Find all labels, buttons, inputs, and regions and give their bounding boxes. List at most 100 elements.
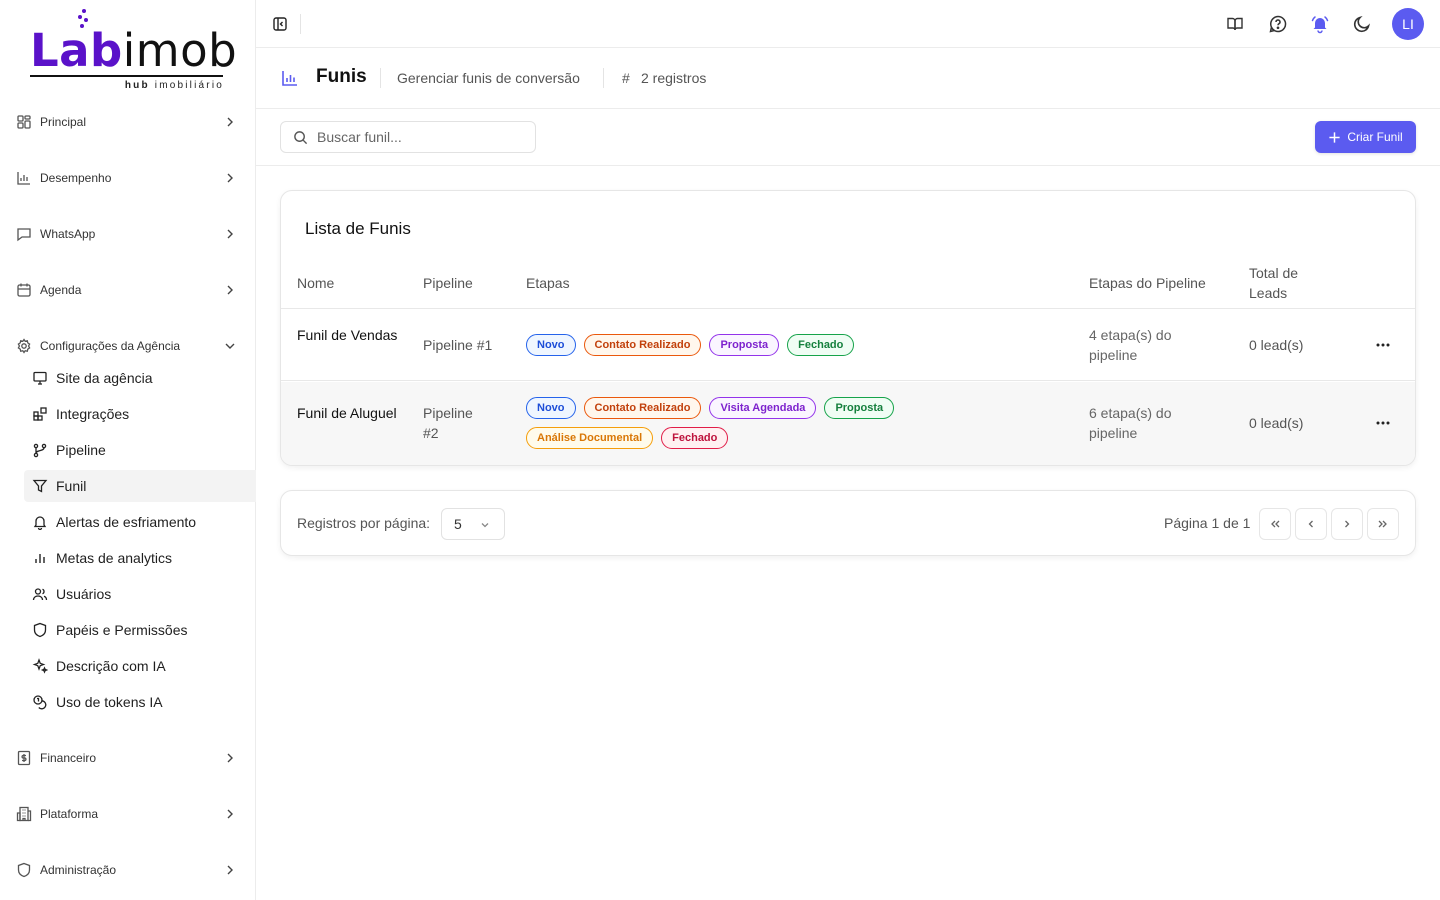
sidebar-item-pipeline[interactable]: Pipeline	[24, 434, 256, 466]
sidebar-group-label: Agenda	[40, 283, 82, 297]
bar-chart-icon	[35, 554, 45, 563]
sidebar-item-label: Site da agência	[56, 370, 153, 386]
sidebar-group-administracao[interactable]: Administração	[16, 858, 241, 882]
stage-tag: Fechado	[661, 427, 729, 449]
sidebar-item-alertas[interactable]: Alertas de esfriamento	[24, 506, 256, 538]
sidebar-group-whatsapp[interactable]: WhatsApp	[16, 222, 241, 246]
topbar: LI	[256, 0, 1440, 48]
table-row[interactable]: Funil de Vendas Pipeline #1 Novo Contato…	[281, 309, 1415, 381]
logo[interactable]: Labimob hub imobiliário	[30, 8, 237, 94]
sidebar-group-label: Financeiro	[40, 751, 97, 765]
funnel-name: Funil de Vendas	[297, 327, 398, 343]
message-square-icon	[17, 228, 31, 242]
chevrons-left-icon	[1271, 520, 1280, 528]
help-chat-icon[interactable]	[1268, 14, 1288, 34]
more-actions-icon[interactable]	[1373, 413, 1393, 433]
sidebar-item-funil[interactable]: Funil	[24, 470, 256, 502]
sidebar-item-uso-tokens[interactable]: Uso de tokens IA	[24, 686, 256, 718]
chevron-right-icon	[227, 865, 233, 875]
plus-icon	[1329, 131, 1340, 143]
sidebar-item-integracoes[interactable]: Integrações	[24, 398, 256, 430]
stage-tags: Novo Contato Realizado Visita Agendada P…	[526, 397, 946, 449]
logo-wordmark: Labimob	[30, 24, 238, 77]
create-funnel-label: Criar Funil	[1347, 130, 1403, 144]
sidebar-item-label: Alertas de esfriamento	[56, 514, 197, 530]
column-header-name: Nome	[297, 275, 335, 291]
topbar-divider	[300, 14, 301, 34]
sidebar-group-label: WhatsApp	[40, 227, 96, 241]
filter-icon	[32, 479, 48, 493]
sidebar-toggle-icon[interactable]	[272, 16, 288, 32]
funnel-pipeline: Pipeline #2	[423, 405, 473, 441]
sidebar-group-label: Administração	[40, 863, 117, 877]
previous-page-button[interactable]	[1295, 508, 1327, 540]
receipt-icon	[17, 750, 31, 766]
sidebar-group-label: Plataforma	[40, 807, 99, 821]
sidebar-item-label: Metas de analytics	[56, 550, 172, 566]
chevron-right-icon	[227, 229, 233, 239]
rows-per-page-label: Registros por página:	[297, 515, 431, 531]
bar-chart-icon	[282, 71, 297, 86]
monitor-icon	[33, 371, 47, 385]
building-icon	[16, 806, 32, 822]
column-header-total-leads: Total de Leads	[1249, 265, 1299, 301]
header-divider	[603, 68, 604, 88]
first-page-button[interactable]	[1259, 508, 1291, 540]
book-open-icon[interactable]	[1225, 14, 1245, 34]
sidebar-group-desempenho[interactable]: Desempenho	[16, 166, 241, 190]
table-row[interactable]: Funil de Aluguel Pipeline #2 Novo Contat…	[281, 382, 1415, 465]
gear-icon	[17, 338, 31, 354]
column-header-pipeline-stages: Etapas do Pipeline	[1089, 275, 1206, 291]
sparkles-icon	[32, 658, 48, 674]
moon-icon[interactable]	[1352, 14, 1372, 34]
chevron-right-icon	[227, 117, 233, 127]
stage-tag: Proposta	[824, 397, 895, 419]
logo-subtitle: hub imobiliário	[124, 80, 224, 91]
shield-icon	[17, 862, 31, 878]
sidebar-item-descricao-ia[interactable]: Descrição com IA	[24, 650, 256, 682]
bar-chart-icon	[17, 172, 30, 185]
stage-tag: Novo	[526, 397, 576, 419]
sidebar-item-site-da-agencia[interactable]: Site da agência	[24, 362, 256, 394]
rows-per-page-select[interactable]: 5	[441, 508, 505, 540]
toolbar: Criar Funil	[256, 109, 1440, 166]
sidebar-item-label: Uso de tokens IA	[56, 694, 163, 710]
bell-ring-icon[interactable]	[1310, 14, 1330, 34]
next-page-button[interactable]	[1331, 508, 1363, 540]
chevron-down-icon	[481, 523, 489, 528]
chevron-down-icon	[225, 343, 235, 349]
sidebar-group-plataforma[interactable]: Plataforma	[16, 802, 241, 826]
sidebar-item-label: Funil	[56, 478, 87, 494]
sidebar-item-label: Integrações	[56, 406, 130, 422]
sidebar-item-papeis-permissoes[interactable]: Papéis e Permissões	[24, 614, 256, 646]
sidebar-item-metas-analytics[interactable]: Metas de analytics	[24, 542, 256, 574]
git-branch-icon	[33, 443, 47, 458]
users-icon	[32, 588, 48, 601]
sidebar: Labimob hub imobiliário Principal Desemp…	[0, 0, 256, 900]
create-funnel-button[interactable]: Criar Funil	[1315, 121, 1416, 153]
stage-tag: Proposta	[709, 334, 780, 356]
sidebar-group-principal[interactable]: Principal	[16, 110, 241, 134]
calendar-icon	[17, 283, 31, 297]
funnel-total-leads: 0 lead(s)	[1249, 337, 1304, 353]
page-info: Página 1 de 1	[1164, 515, 1251, 531]
record-count: 2 registros	[641, 70, 707, 86]
sidebar-group-label: Configurações da Agência	[40, 339, 181, 353]
stage-tag: Visita Agendada	[709, 397, 817, 419]
sidebar-group-configuracoes[interactable]: Configurações da Agência	[16, 334, 241, 358]
sidebar-item-usuarios[interactable]: Usuários	[24, 578, 256, 610]
column-header-stages: Etapas	[526, 275, 570, 291]
last-page-button[interactable]	[1367, 508, 1399, 540]
chevron-right-icon	[1345, 520, 1350, 528]
search-input[interactable]	[317, 122, 527, 152]
avatar[interactable]: LI	[1392, 8, 1424, 40]
more-actions-icon[interactable]	[1373, 335, 1393, 355]
sidebar-group-agenda[interactable]: Agenda	[16, 278, 241, 302]
chevron-left-icon	[1308, 520, 1313, 528]
sidebar-item-label: Descrição com IA	[56, 658, 166, 674]
sidebar-group-financeiro[interactable]: Financeiro	[16, 746, 241, 770]
stage-tag: Fechado	[787, 334, 855, 356]
page-title: Funis	[316, 66, 367, 87]
hash-icon: #	[622, 70, 630, 86]
shield-icon	[33, 622, 47, 638]
